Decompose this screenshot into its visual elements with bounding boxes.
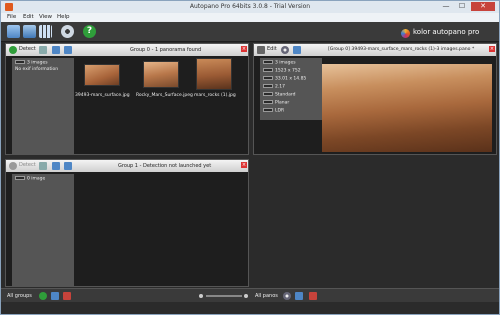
app-window: Autopano Pro 64bits 3.0.8 - Trial Versio…	[0, 0, 500, 315]
panos-settings-gear-icon[interactable]	[283, 292, 291, 300]
group0-title: Group 0 - 1 panorama found	[130, 47, 202, 53]
pano-info-row: Planar	[263, 100, 289, 106]
group0-detect-button[interactable]: Detect	[19, 46, 36, 52]
panorama-preview-image[interactable]	[322, 64, 492, 152]
tools-wrench-icon[interactable]	[39, 46, 47, 54]
menu-edit[interactable]: Edit	[23, 14, 34, 20]
thumbnail-image[interactable]	[84, 64, 120, 86]
info-icon	[263, 100, 273, 104]
thumbnail-label: mars_rocks (1).jpg	[194, 93, 236, 98]
group0-panel: Detect Group 0 - 1 panorama found × 3 im…	[5, 43, 249, 155]
group0-header: Detect Group 0 - 1 panorama found ×	[6, 44, 248, 56]
pano-info-row: 33.01 x 14.85	[263, 76, 306, 82]
delete-group-icon[interactable]	[63, 292, 71, 300]
pano-info-row: LDR	[263, 108, 284, 114]
detect-play-icon[interactable]	[9, 46, 17, 54]
render-all-icon[interactable]	[295, 292, 303, 300]
image-count-icon	[15, 176, 25, 180]
detect-all-play-icon[interactable]	[39, 292, 47, 300]
pano-info-box: 3 images 1523 x 752 33.01 x 14.85 2.17 S…	[260, 58, 322, 120]
main-toolbar: ? kolor autopano pro	[1, 22, 499, 42]
thumbnail-image[interactable]	[143, 61, 179, 88]
add-images-icon[interactable]	[52, 162, 60, 170]
zoom-in-icon[interactable]	[244, 294, 248, 298]
batch-grid-icon[interactable]	[39, 25, 52, 38]
group1-panel: Detect Group 1 - Detection not launched …	[5, 159, 249, 287]
group1-title: Group 1 - Detection not launched yet	[118, 163, 212, 169]
group1-close-icon[interactable]: ×	[241, 162, 247, 168]
all-panos-label: All panos	[255, 293, 278, 299]
pano-info-row: Standard	[263, 92, 295, 98]
add-images-icon[interactable]	[52, 46, 60, 54]
import-images-icon[interactable]	[23, 25, 36, 38]
pano-workspace	[253, 159, 497, 287]
group0-close-icon[interactable]: ×	[241, 46, 247, 52]
pano-info-row: 1523 x 752	[263, 68, 301, 74]
edit-pano-icon[interactable]	[257, 46, 265, 54]
thumbnail-label: 39493-mars_surface.jpg	[75, 93, 130, 98]
group-images-icon[interactable]	[64, 46, 72, 54]
pano-title: [Group 0] 39493-mars_surface_mars_rocks …	[328, 47, 475, 52]
kolor-logo-icon	[401, 29, 410, 38]
thumbnail-image[interactable]	[196, 58, 232, 90]
info-icon	[263, 68, 273, 72]
menu-bar: File Edit View Help	[1, 13, 499, 22]
info-icon	[263, 60, 273, 64]
delete-pano-icon[interactable]	[309, 292, 317, 300]
group1-header: Detect Group 1 - Detection not launched …	[6, 160, 248, 172]
add-group-icon[interactable]	[51, 292, 59, 300]
group0-image-count: 3 images	[15, 60, 48, 66]
pano-edit-button[interactable]: Edit	[267, 46, 277, 52]
pano-header: Edit [Group 0] 39493-mars_surface_mars_r…	[254, 44, 496, 56]
title-bar: Autopano Pro 64bits 3.0.8 - Trial Versio…	[1, 1, 499, 13]
panos-status-bar: All panos	[251, 288, 499, 302]
brand-label: kolor autopano pro	[413, 28, 480, 36]
info-icon	[263, 108, 273, 112]
help-icon[interactable]: ?	[83, 25, 96, 38]
info-icon	[263, 92, 273, 96]
groups-status-bar: All groups	[1, 288, 251, 302]
group-images-icon[interactable]	[64, 162, 72, 170]
info-icon	[263, 76, 273, 80]
group0-info-box: 3 images No exif information	[12, 58, 74, 154]
pano-panel: Edit [Group 0] 39493-mars_surface_mars_r…	[253, 43, 497, 155]
open-folder-icon[interactable]	[7, 25, 20, 38]
menu-help[interactable]: Help	[57, 14, 70, 20]
image-count-icon	[15, 60, 25, 64]
thumbnail-label: Rocky_Mars_Surface.jpeg	[136, 93, 193, 98]
close-button[interactable]: ✕	[471, 2, 495, 11]
zoom-out-icon[interactable]	[199, 294, 203, 298]
tools-wrench-icon[interactable]	[39, 162, 47, 170]
window-title: Autopano Pro 64bits 3.0.8 - Trial Versio…	[189, 3, 311, 10]
detect-play-icon[interactable]	[9, 162, 17, 170]
thumbnail-size-slider[interactable]	[206, 295, 242, 297]
pano-info-row: 2.17	[263, 84, 285, 90]
all-groups-label: All groups	[7, 293, 32, 299]
menu-view[interactable]: View	[39, 14, 52, 20]
group1-image-count: 0 image	[15, 176, 45, 182]
minimize-button[interactable]: —	[439, 2, 453, 11]
info-icon	[263, 84, 273, 88]
group0-exif-info: No exif information	[15, 67, 59, 72]
pano-info-row: 3 images	[263, 60, 296, 66]
pano-settings-gear-icon[interactable]	[281, 46, 289, 54]
menu-file[interactable]: File	[7, 14, 16, 20]
maximize-button[interactable]: ☐	[455, 2, 469, 11]
render-icon[interactable]	[293, 46, 301, 54]
settings-gear-icon[interactable]	[61, 25, 74, 38]
pano-close-icon[interactable]: ×	[489, 46, 495, 52]
group1-info-box: 0 image	[12, 174, 74, 286]
group1-detect-button[interactable]: Detect	[19, 162, 36, 168]
